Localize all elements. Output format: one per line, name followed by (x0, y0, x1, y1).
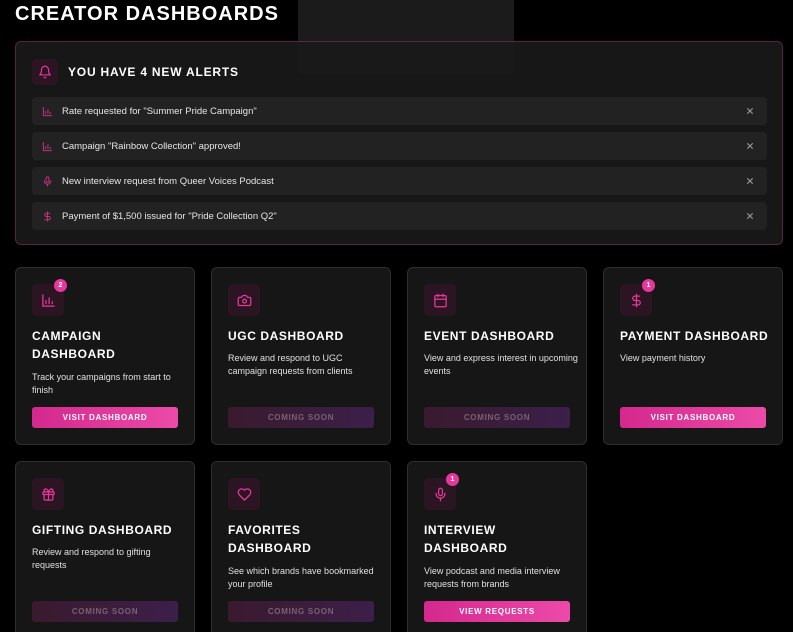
coming-soon-button: COMING SOON (424, 407, 570, 428)
coming-soon-button: COMING SOON (32, 601, 178, 622)
notification-badge: 2 (54, 279, 67, 292)
alerts-title: YOU HAVE 4 NEW ALERTS (68, 65, 239, 79)
card-description: Review and respond to gifting requests (32, 547, 151, 570)
visit-dashboard-button[interactable]: VISIT DASHBOARD (620, 407, 766, 428)
calendar-icon (424, 284, 456, 316)
alert-text: Payment of $1,500 issued for "Pride Coll… (62, 210, 277, 222)
interview-dashboard-card: 1 INTERVIEW DASHBOARD View podcast and m… (407, 461, 587, 632)
ugc-dashboard-card: UGC DASHBOARD Review and respond to UGC … (211, 267, 391, 445)
card-description: View podcast and media interview request… (424, 566, 560, 589)
alert-item: Payment of $1,500 issued for "Pride Coll… (32, 202, 767, 230)
alert-text: Rate requested for "Summer Pride Campaig… (62, 105, 257, 117)
card-title: INTERVIEW DASHBOARD (424, 523, 508, 555)
alert-text: New interview request from Queer Voices … (62, 175, 274, 187)
card-description: Track your campaigns from start to finis… (32, 372, 171, 395)
card-title: FAVORITES DASHBOARD (228, 523, 312, 555)
alert-item: Rate requested for "Summer Pride Campaig… (32, 97, 767, 125)
payment-dashboard-card: 1 PAYMENT DASHBOARD View payment history… (603, 267, 783, 445)
close-icon[interactable] (743, 139, 757, 153)
bar-chart-icon (40, 104, 54, 118)
close-icon[interactable] (743, 209, 757, 223)
alert-item: Campaign "Rainbow Collection" approved! (32, 132, 767, 160)
card-title: GIFTING DASHBOARD (32, 523, 173, 537)
dollar-icon (40, 209, 54, 223)
notification-badge: 1 (642, 279, 655, 292)
gifting-dashboard-card: GIFTING DASHBOARD Review and respond to … (15, 461, 195, 632)
card-title: EVENT DASHBOARD (424, 329, 555, 343)
alerts-panel: YOU HAVE 4 NEW ALERTS Rate requested for… (15, 41, 783, 245)
notification-badge: 1 (446, 473, 459, 486)
card-title: CAMPAIGN DASHBOARD (32, 329, 116, 361)
alert-text: Campaign "Rainbow Collection" approved! (62, 140, 241, 152)
bell-icon (32, 59, 58, 85)
bar-chart-icon (40, 139, 54, 153)
close-icon[interactable] (743, 104, 757, 118)
card-description: Review and respond to UGC campaign reque… (228, 353, 353, 376)
coming-soon-button: COMING SOON (228, 601, 374, 622)
card-description: View payment history (620, 353, 706, 363)
alert-item: New interview request from Queer Voices … (32, 167, 767, 195)
favorites-dashboard-card: FAVORITES DASHBOARD See which brands hav… (211, 461, 391, 632)
heart-icon (228, 478, 260, 510)
card-title: UGC DASHBOARD (228, 329, 344, 343)
camera-icon (228, 284, 260, 316)
campaign-dashboard-card: 2 CAMPAIGN DASHBOARD Track your campaign… (15, 267, 195, 445)
visit-dashboard-button[interactable]: VISIT DASHBOARD (32, 407, 178, 428)
coming-soon-button: COMING SOON (228, 407, 374, 428)
alert-list: Rate requested for "Summer Pride Campaig… (32, 97, 767, 237)
page-title: CREATOR DASHBOARDS (15, 3, 279, 25)
close-icon[interactable] (743, 174, 757, 188)
view-requests-button[interactable]: VIEW REQUESTS (424, 601, 570, 622)
microphone-icon (40, 174, 54, 188)
creator-dashboards-page: CREATOR DASHBOARDS YOU HAVE 4 NEW ALERTS… (0, 0, 793, 632)
gift-icon (32, 478, 64, 510)
card-description: View and express interest in upcoming ev… (424, 353, 578, 376)
alerts-header: YOU HAVE 4 NEW ALERTS (32, 59, 239, 85)
card-description: See which brands have bookmarked your pr… (228, 566, 374, 589)
event-dashboard-card: EVENT DASHBOARD View and express interes… (407, 267, 587, 445)
card-title: PAYMENT DASHBOARD (620, 329, 769, 343)
